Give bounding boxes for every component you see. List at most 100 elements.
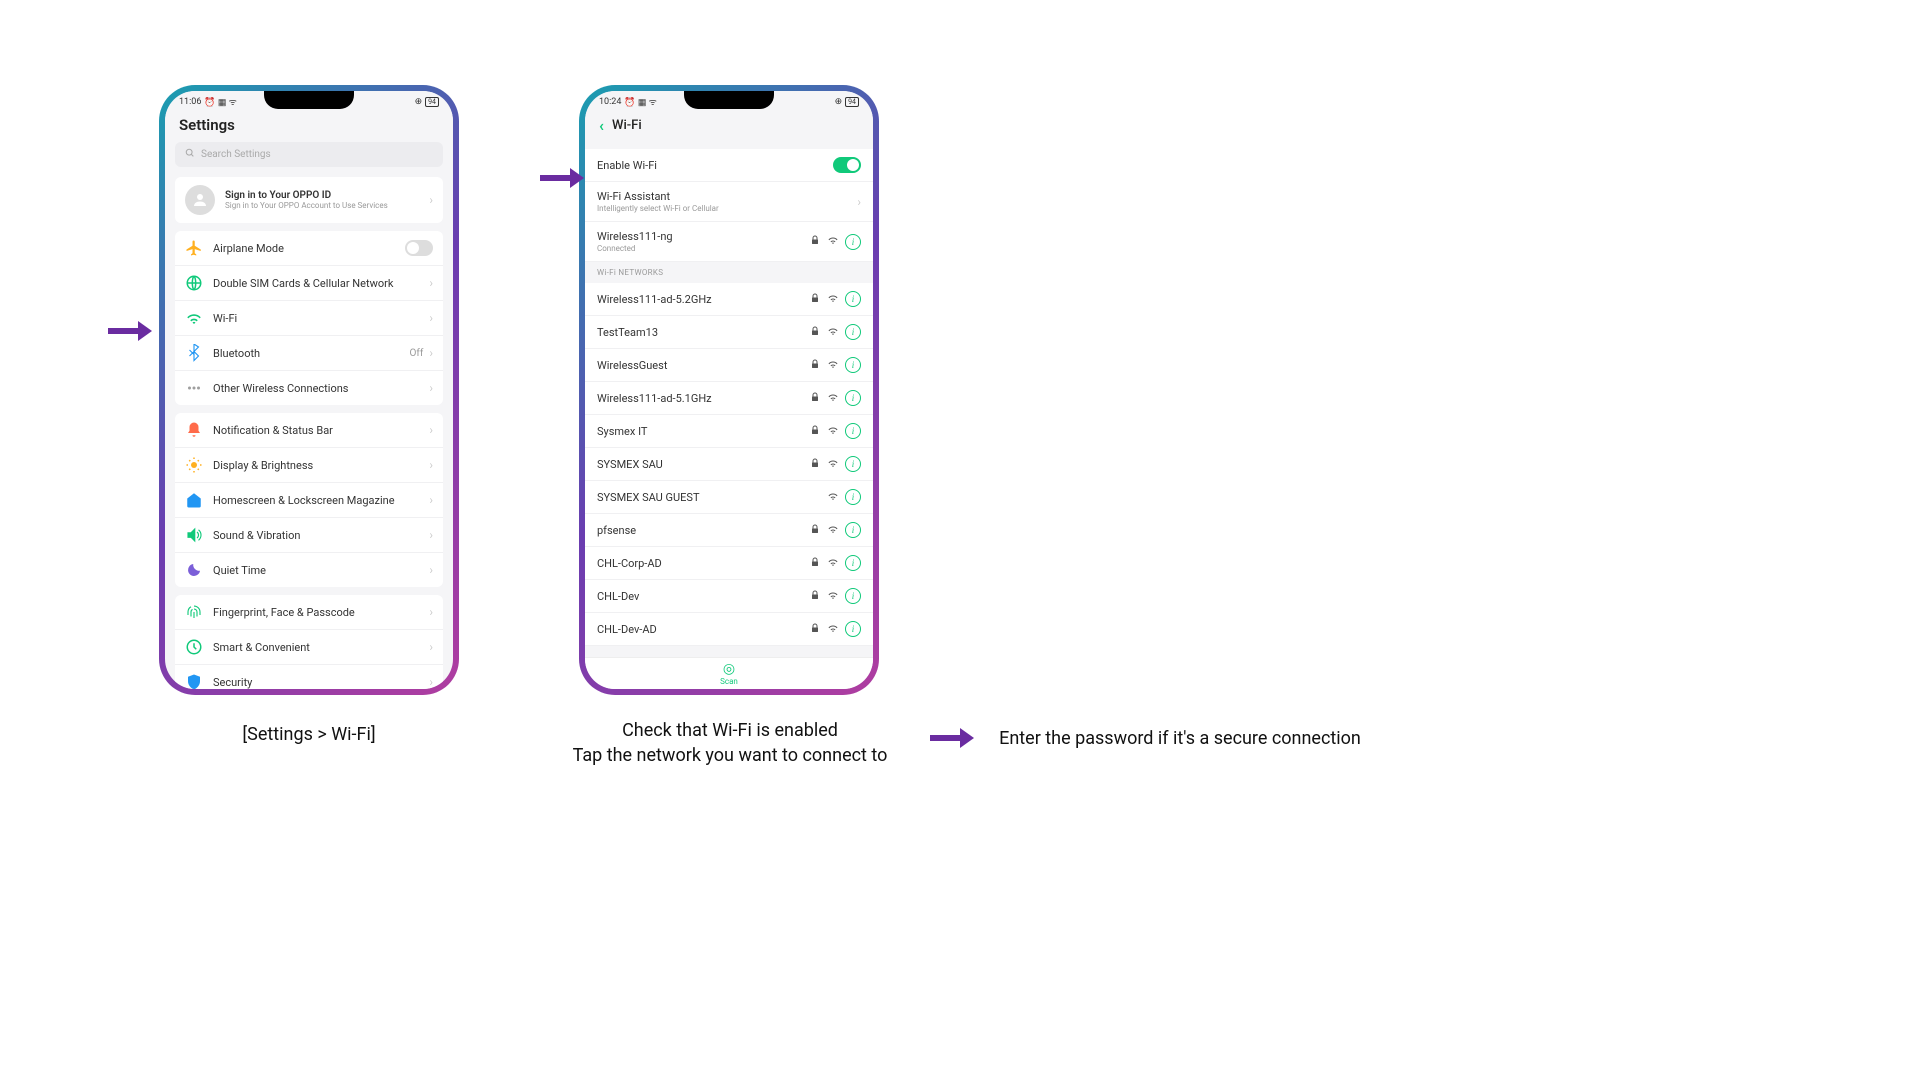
info-icon[interactable]: i [845,489,861,505]
network-icons: i [809,291,861,307]
info-icon[interactable]: i [845,390,861,406]
network-name: SYSMEX SAU GUEST [597,491,827,504]
chevron-right-icon: › [429,640,433,654]
info-icon[interactable]: i [845,357,861,373]
page-title: Wi-Fi [612,118,642,133]
row-label: Double SIM Cards & Cellular Network [213,277,423,290]
chevron-right-icon: › [429,381,433,395]
sound-icon [185,526,203,544]
settings-row[interactable]: Quiet Time› [175,553,443,587]
network-row[interactable]: Wireless111-ad-5.1GHz i [585,382,873,415]
settings-row[interactable]: BluetoothOff› [175,336,443,371]
network-row[interactable]: SYSMEX SAU i [585,448,873,481]
signin-card[interactable]: Sign in to Your OPPO ID Sign in to Your … [175,177,443,223]
network-row[interactable]: CHL-Dev-AD i [585,613,873,646]
chevron-right-icon: › [429,493,433,507]
info-icon[interactable]: i [845,555,861,571]
connected-network-row[interactable]: Wireless111-ng Connected i [585,222,873,262]
network-row[interactable]: Wireless111-ad-5.2GHzi [585,283,873,316]
wifi-signal-icon [827,234,839,249]
finger-icon [185,603,203,621]
settings-row[interactable]: Double SIM Cards & Cellular Network› [175,266,443,301]
info-icon[interactable]: i [845,324,861,340]
globe-icon [185,274,203,292]
row-label: Bluetooth [213,347,410,360]
network-row[interactable]: Sysmex ITi [585,415,873,448]
airplane-icon [185,239,203,257]
phone-wifi: 10:24 ⏰ ▦ ᯤ ⊕ 94 ‹ Wi-Fi Enable Wi-Fi Wi… [579,85,879,695]
signin-subtitle: Sign in to Your OPPO Account to Use Serv… [225,201,423,210]
bluetooth-icon [185,344,203,362]
wifi-signal-icon [827,457,839,472]
arrow-indicator-1 [108,321,152,341]
network-name: pfsense [597,524,809,537]
settings-row[interactable]: Other Wireless Connections › [175,371,443,405]
lock-icon [809,391,821,406]
row-label: Other Wireless Connections [213,382,423,395]
info-icon[interactable]: i [845,588,861,604]
network-row[interactable]: CHL-Devi [585,580,873,613]
lock-icon [809,589,821,604]
info-icon[interactable]: i [845,423,861,439]
wifi-signal-icon [827,523,839,538]
settings-scroll[interactable]: Search Settings Sign in to Your OPPO ID … [165,142,453,689]
row-trail-text: Off [410,348,424,359]
wifi-assistant-row[interactable]: Wi-Fi Assistant Intelligently select Wi-… [585,182,873,222]
wifi-toggle[interactable] [833,157,861,173]
settings-row[interactable]: Security› [175,665,443,689]
search-input[interactable]: Search Settings [175,142,443,167]
back-button[interactable]: ‹ [599,116,604,135]
lock-icon [809,325,821,340]
network-icons: i [809,522,861,538]
toggle[interactable] [405,240,433,256]
settings-row[interactable]: Display & Brightness› [175,448,443,483]
info-icon[interactable]: i [845,291,861,307]
settings-row[interactable]: Wi-Fi› [175,301,443,336]
network-name: WirelessGuest [597,359,809,372]
settings-row[interactable]: Notification & Status Bar› [175,413,443,448]
info-icon[interactable]: i [845,234,861,250]
chevron-right-icon: › [429,193,433,207]
arrow-indicator-2 [540,168,584,188]
scan-button[interactable]: ◎ Scan [585,657,873,689]
wifi-signal-icon [827,424,839,439]
network-row[interactable]: SYSMEX SAU GUEST i [585,481,873,514]
network-row[interactable]: CHL-Corp-AD i [585,547,873,580]
network-name: CHL-Dev-AD [597,623,809,636]
smart-icon [185,638,203,656]
enable-wifi-label: Enable Wi-Fi [597,159,833,172]
lock-icon [809,622,821,637]
lock-icon [809,358,821,373]
settings-row[interactable]: Sound & Vibration› [175,518,443,553]
enable-wifi-row[interactable]: Enable Wi-Fi [585,149,873,182]
network-name: Wireless111-ad-5.1GHz [597,392,809,405]
lock-icon [809,556,821,571]
moon-icon [185,561,203,579]
chevron-right-icon: › [429,528,433,542]
settings-row[interactable]: Smart & Convenient› [175,630,443,665]
info-icon[interactable]: i [845,522,861,538]
wifi-signal-icon [827,622,839,637]
settings-row[interactable]: Homescreen & Lockscreen Magazine› [175,483,443,518]
network-name: SYSMEX SAU [597,458,809,471]
lock-icon [809,424,821,439]
network-name: CHL-Corp-AD [597,557,809,570]
settings-row[interactable]: Fingerprint, Face & Passcode› [175,595,443,630]
alarm-icon: ⊕ [415,97,423,107]
settings-row[interactable]: Airplane Mode [175,231,443,266]
network-row[interactable]: TestTeam13i [585,316,873,349]
network-icons: i [809,324,861,340]
lock-icon [809,457,821,472]
network-row[interactable]: pfsense i [585,514,873,547]
assistant-title: Wi-Fi Assistant [597,190,851,203]
wifi-signal-icon [827,292,839,307]
header: Settings [165,110,453,142]
wifi-scroll[interactable]: Enable Wi-Fi Wi-Fi Assistant Intelligent… [585,143,873,671]
row-label: Display & Brightness [213,459,423,472]
info-icon[interactable]: i [845,456,861,472]
status-time: 10:24 [599,97,621,107]
home-icon [185,491,203,509]
network-row[interactable]: WirelessGuest i [585,349,873,382]
info-icon[interactable]: i [845,621,861,637]
row-label: Wi-Fi [213,312,423,325]
